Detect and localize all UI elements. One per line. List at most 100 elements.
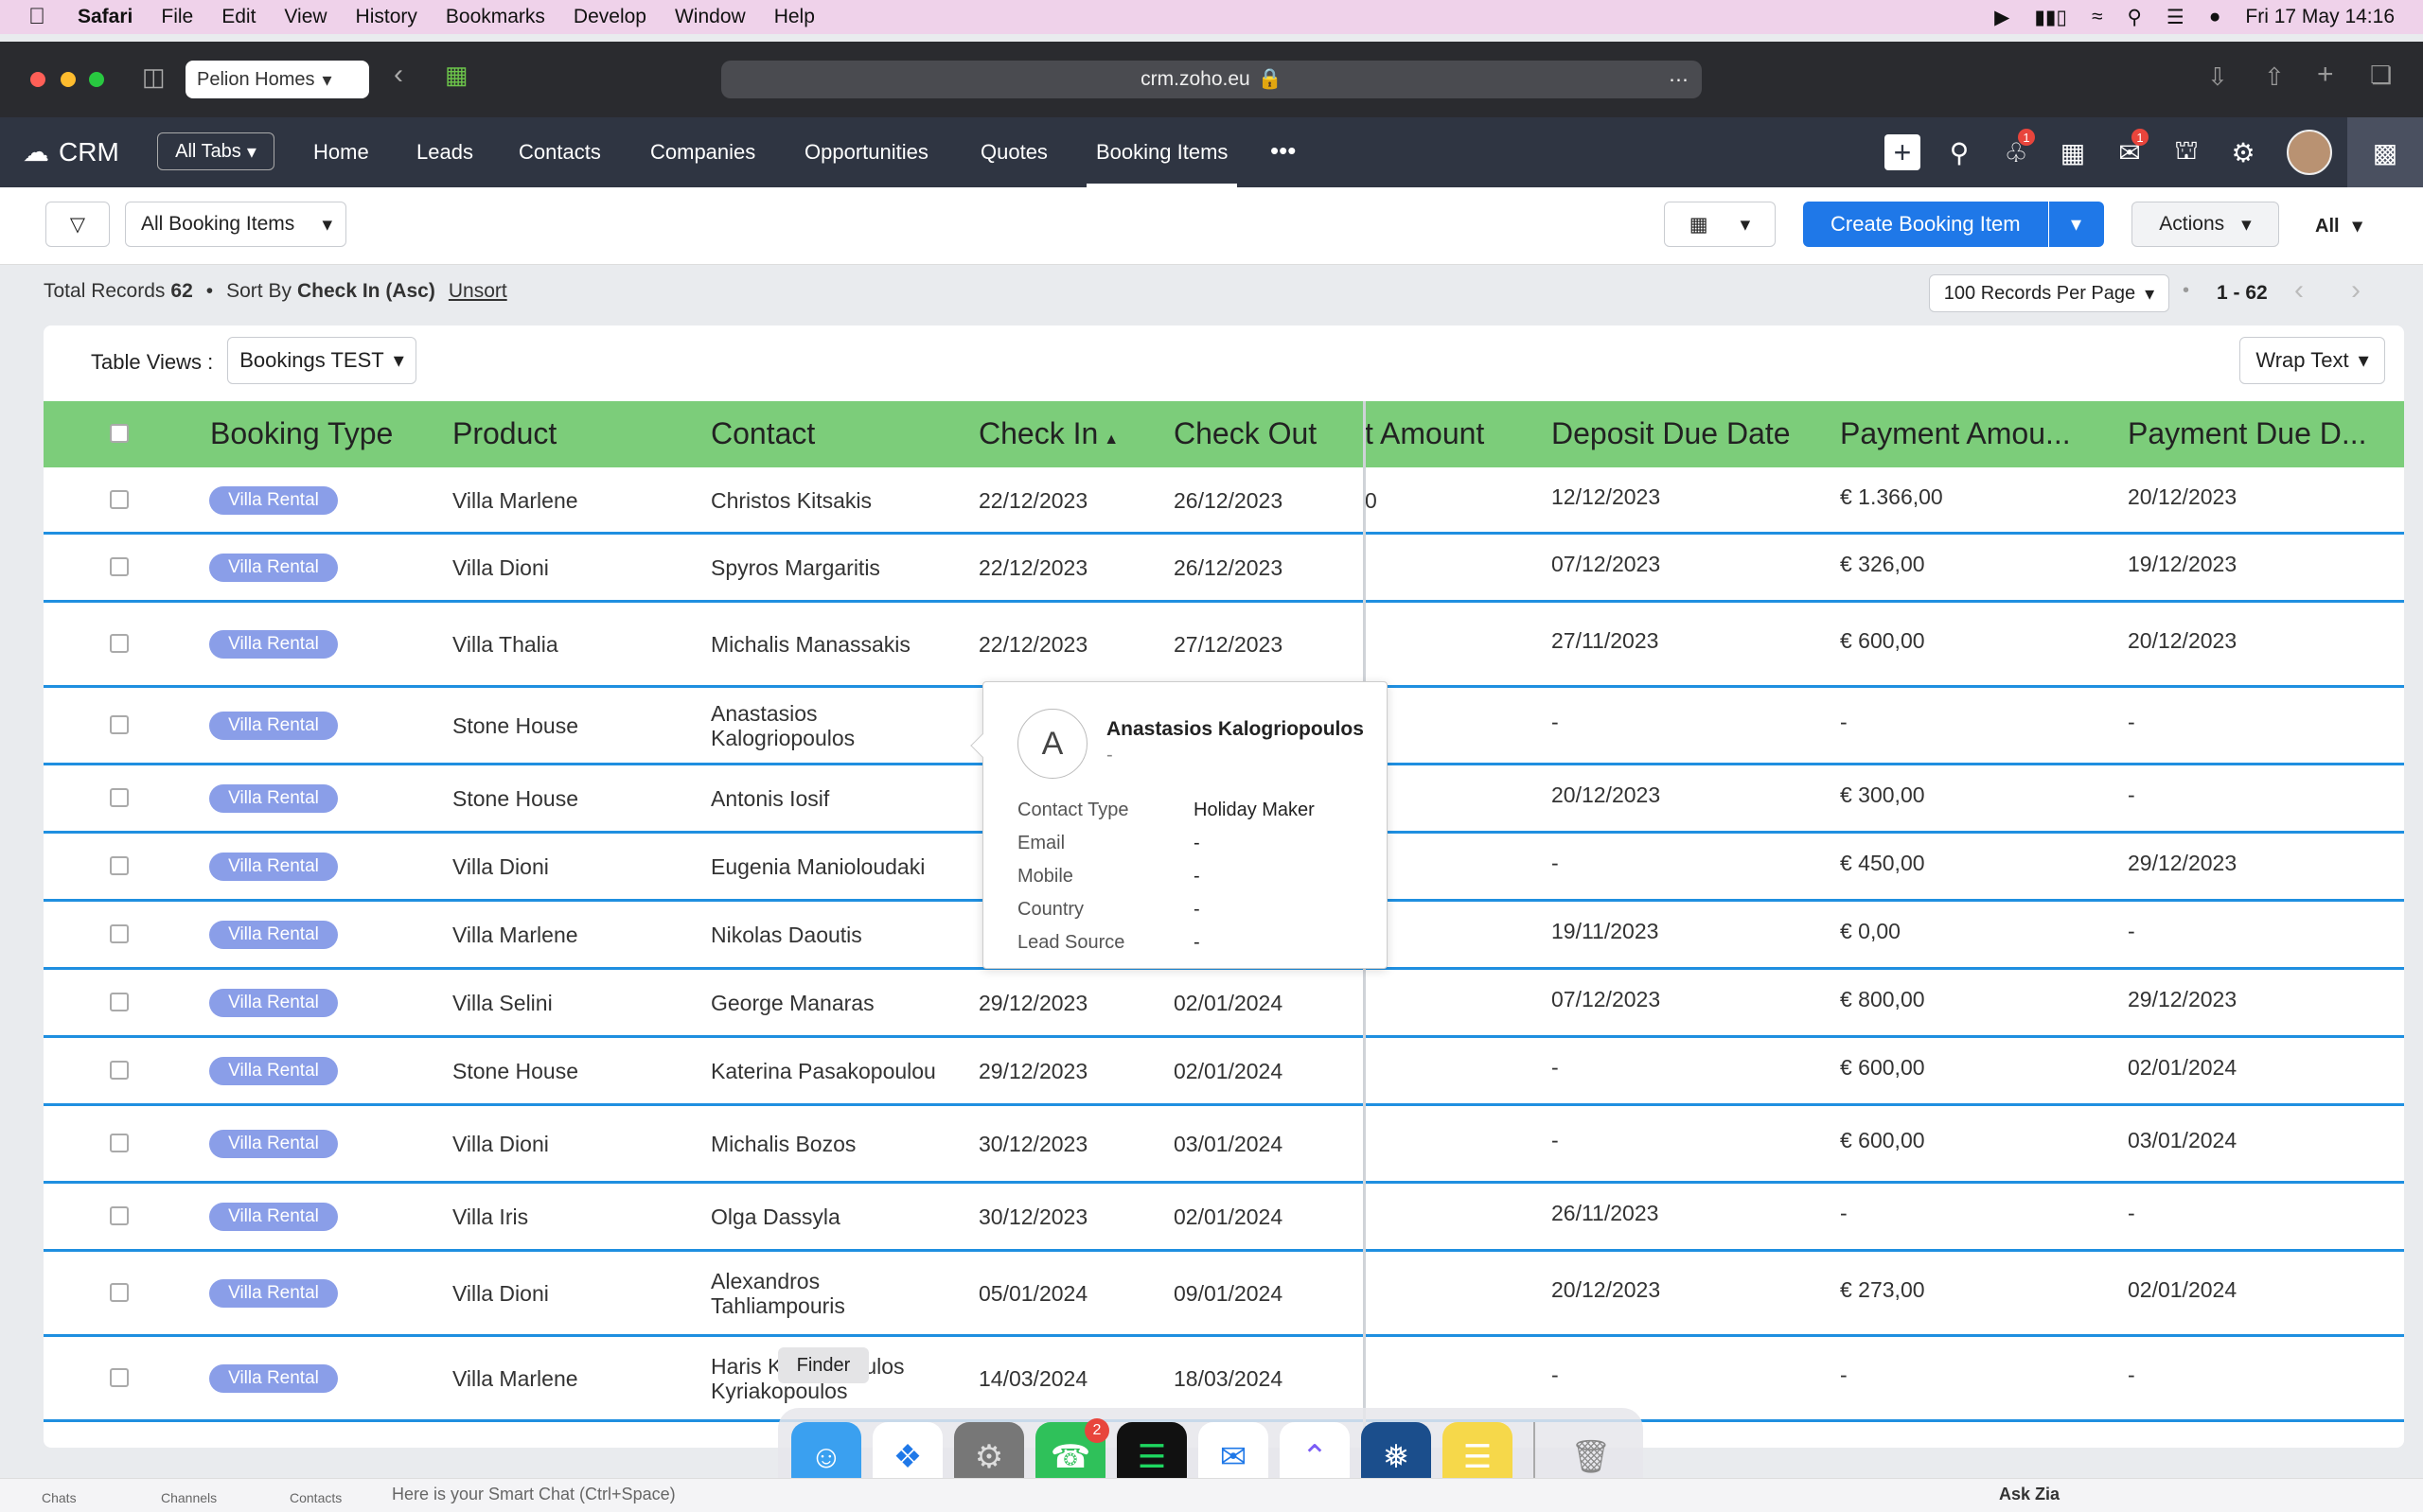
calendar-icon[interactable]: ▦ — [2044, 117, 2101, 187]
table-row[interactable]: Villa Rental Villa Dioni Michalis Bozos 30/… — [44, 1106, 2404, 1184]
contact-cell[interactable]: George Manaras — [711, 991, 875, 1016]
create-booking-item-button[interactable]: Create Booking Item ▾ — [1803, 202, 2104, 247]
smart-chat-input[interactable]: Here is your Smart Chat (Ctrl+Space) — [392, 1485, 676, 1504]
header-deposit-due-date[interactable]: Deposit Due Date — [1551, 416, 1791, 451]
table-row[interactable]: Villa Rental Villa Marlene Christos Kitsak… — [44, 467, 2404, 535]
wrap-text-button[interactable]: Wrap Text ▾ — [2239, 337, 2385, 384]
menu-bookmarks[interactable]: Bookmarks — [446, 6, 545, 28]
header-check-in[interactable]: Check In ▲ — [979, 416, 1119, 451]
battery-icon[interactable]: ▮▮▯ — [2034, 6, 2067, 29]
tab-home[interactable]: Home — [313, 140, 369, 165]
contacts-link[interactable]: Contacts — [290, 1490, 342, 1505]
product-cell[interactable]: Villa Thalia — [452, 632, 558, 658]
row-checkbox[interactable] — [110, 1061, 129, 1080]
tab-quotes[interactable]: Quotes — [981, 140, 1048, 165]
product-cell[interactable]: Villa Dioni — [452, 1281, 549, 1307]
chats-link[interactable]: Chats — [42, 1490, 77, 1505]
row-checkbox[interactable] — [110, 924, 129, 943]
add-icon[interactable]: + — [1874, 117, 1931, 187]
product-cell[interactable]: Stone House — [452, 1059, 578, 1084]
tab-opportunities[interactable]: Opportunities — [805, 140, 929, 165]
tab-overview-icon[interactable]: ❏ — [2370, 61, 2392, 90]
download-icon[interactable]: ⇩ — [2207, 62, 2228, 92]
header-product[interactable]: Product — [452, 416, 557, 451]
prev-page-icon[interactable]: ‹ — [2294, 274, 2304, 307]
header-payment-due-date[interactable]: Payment Due D... — [2128, 416, 2367, 451]
sidebar-icon[interactable]: ◫ — [142, 62, 166, 92]
clock[interactable]: Fri 17 May 14:16 — [2245, 6, 2395, 28]
apps-grid-icon[interactable]: ▩ — [2347, 117, 2423, 187]
contact-cell[interactable]: Anastasios — [711, 701, 818, 727]
product-cell[interactable]: Villa Marlene — [452, 488, 578, 514]
spotlight-icon[interactable]: ⚲ — [2128, 6, 2142, 29]
table-row[interactable]: Villa Rental Villa Selini George Manaras 29… — [44, 970, 2404, 1038]
menu-file[interactable]: File — [161, 6, 193, 28]
bell-icon[interactable]: ♧ 1 — [1988, 117, 2044, 187]
ask-zia-button[interactable]: Ask Zia — [1999, 1485, 2060, 1504]
apple-icon[interactable]:  — [28, 4, 49, 30]
product-cell[interactable]: Villa Marlene — [452, 1366, 578, 1392]
close-window-button[interactable] — [30, 72, 45, 87]
address-bar[interactable]: crm.zoho.eu 🔒 ⋯ — [721, 61, 1702, 98]
row-checkbox[interactable] — [110, 1134, 129, 1152]
contact-cell[interactable]: Michalis Bozos — [711, 1132, 856, 1157]
wifi-icon[interactable]: ≈ — [2092, 6, 2103, 28]
header-contact[interactable]: Contact — [711, 416, 815, 451]
menu-history[interactable]: History — [356, 6, 417, 28]
table-row[interactable]: Villa Rental Villa Dioni Alexandros Tahliam… — [44, 1252, 2404, 1337]
play-icon[interactable]: ▶ — [1994, 6, 2009, 29]
menu-view[interactable]: View — [284, 6, 327, 28]
unsort-link[interactable]: Unsort — [449, 280, 507, 303]
contact-cell[interactable]: Christos Kitsakis — [711, 488, 872, 514]
create-dropdown-icon[interactable]: ▾ — [2048, 202, 2103, 247]
product-cell[interactable]: Villa Selini — [452, 991, 553, 1016]
table-row[interactable]: Villa Rental Stone House Katerina Pasakopo… — [44, 1038, 2404, 1106]
select-all-checkbox[interactable] — [110, 424, 129, 443]
row-checkbox[interactable] — [110, 490, 129, 509]
siri-icon[interactable]: ● — [2209, 6, 2221, 28]
menu-window[interactable]: Window — [675, 6, 746, 28]
header-amount[interactable]: t Amount — [1365, 416, 1484, 451]
channels-link[interactable]: Channels — [161, 1490, 217, 1505]
table-row[interactable]: Villa Rental Villa Iris Olga Dassyla 30/12/… — [44, 1184, 2404, 1252]
table-view-select[interactable]: Bookings TEST ▾ — [227, 337, 416, 384]
product-cell[interactable]: Villa Iris — [452, 1204, 528, 1230]
contact-cell-line2[interactable]: Tahliampouris — [711, 1293, 845, 1319]
more-icon[interactable]: ⋯ — [1669, 68, 1689, 92]
menu-help[interactable]: Help — [774, 6, 815, 28]
tab-contacts[interactable]: Contacts — [519, 140, 601, 165]
all-filter-button[interactable]: All ▾ — [2315, 214, 2362, 237]
custom-view-select[interactable]: All Booking Items ▾ — [125, 202, 346, 247]
gear-icon[interactable]: ⚙ — [2215, 117, 2272, 187]
search-icon[interactable]: ⚲ — [1931, 117, 1988, 187]
tab-leads[interactable]: Leads — [416, 140, 473, 165]
row-checkbox[interactable] — [110, 634, 129, 653]
table-row[interactable]: Villa Rental Villa Thalia Michalis Manassa… — [44, 603, 2404, 688]
row-checkbox[interactable] — [110, 1206, 129, 1225]
minimize-window-button[interactable] — [61, 72, 76, 87]
tab-companies[interactable]: Companies — [650, 140, 755, 165]
marketplace-icon[interactable]: ⛫ — [2158, 117, 2215, 187]
header-check-out[interactable]: Check Out — [1174, 416, 1317, 451]
contact-cell[interactable]: Eugenia Manioloudaki — [711, 854, 925, 880]
product-cell[interactable]: Villa Dioni — [452, 1132, 549, 1157]
filter-icon[interactable]: ▽ — [45, 202, 110, 247]
product-cell[interactable]: Stone House — [452, 786, 578, 812]
contact-name[interactable]: Anastasios Kalogriopoulos — [1106, 718, 1364, 741]
row-checkbox[interactable] — [110, 715, 129, 734]
tab-booking-items[interactable]: Booking Items — [1087, 140, 1238, 187]
avatar[interactable] — [2272, 117, 2347, 187]
contact-cell[interactable]: Alexandros — [711, 1269, 820, 1294]
tab-group-selector[interactable]: Pelion Homes ▾ — [186, 61, 369, 98]
menu-edit[interactable]: Edit — [221, 6, 256, 28]
new-tab-icon[interactable]: + — [2317, 59, 2334, 91]
crm-logo[interactable]: ☁ CRM — [23, 136, 119, 167]
view-switcher[interactable]: ▦ ▾ — [1664, 202, 1776, 247]
records-per-page-select[interactable]: 100 Records Per Page ▾ — [1929, 274, 2169, 312]
contact-cell[interactable]: Katerina Pasakopoulou — [711, 1059, 936, 1084]
row-checkbox[interactable] — [110, 788, 129, 807]
row-checkbox[interactable] — [110, 557, 129, 576]
contact-cell[interactable]: Michalis Manassakis — [711, 632, 911, 658]
contact-cell-line2[interactable]: Kalogriopoulos — [711, 726, 855, 751]
row-checkbox[interactable] — [110, 1283, 129, 1302]
